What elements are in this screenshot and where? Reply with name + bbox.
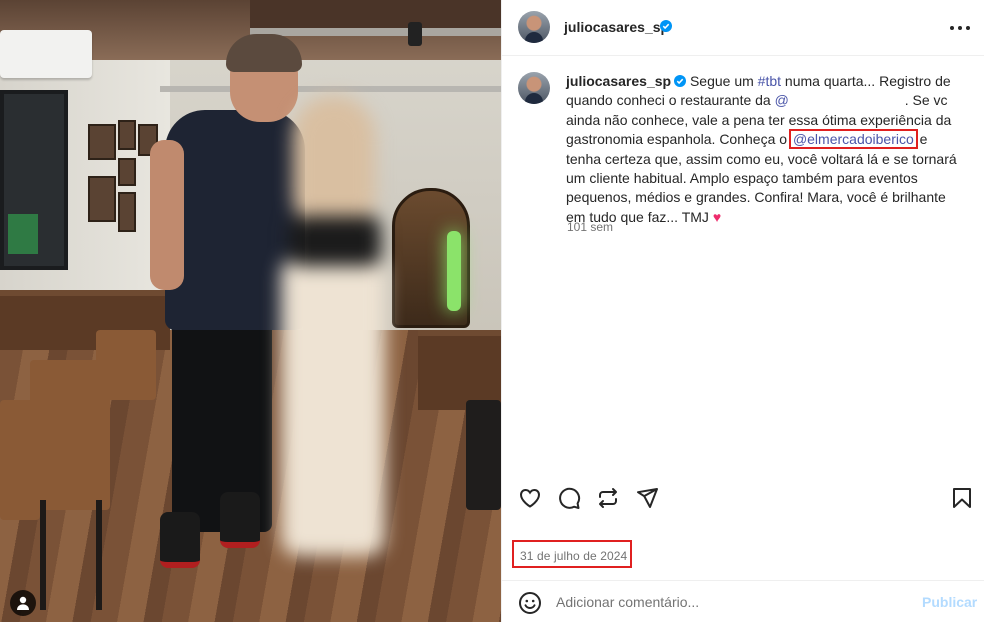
comment-button[interactable] xyxy=(549,478,589,518)
post-caption: juliocasares_sp Segue um #tbt numa quart… xyxy=(566,73,957,225)
caption-username[interactable]: juliocasares_sp xyxy=(566,73,671,89)
username[interactable]: juliocasares_sp xyxy=(564,19,669,35)
window xyxy=(0,90,68,270)
post-photo[interactable] xyxy=(0,0,501,622)
share-icon xyxy=(637,488,658,508)
post-side-panel: juliocasares_sp juliocasares_sp Segue um… xyxy=(501,0,984,622)
verified-badge-icon xyxy=(674,75,687,87)
caption-avatar[interactable] xyxy=(518,72,550,104)
post-header: juliocasares_sp xyxy=(502,0,984,56)
person-blurred xyxy=(275,96,395,556)
jukebox xyxy=(392,188,470,328)
post-actions xyxy=(502,478,984,518)
date-highlight-box: 31 de julho de 2024 xyxy=(512,540,632,568)
more-options-icon[interactable] xyxy=(948,18,972,38)
comment-bar: Publicar xyxy=(502,580,984,622)
repost-button[interactable] xyxy=(588,478,628,518)
tagged-users-icon[interactable] xyxy=(10,590,36,616)
comment-input[interactable] xyxy=(556,589,906,615)
post-date[interactable]: 31 de julho de 2024 xyxy=(520,549,627,563)
verified-badge-icon xyxy=(660,20,672,32)
publish-button[interactable]: Publicar xyxy=(922,594,977,610)
save-button[interactable] xyxy=(942,478,982,518)
caption-age: 101 sem xyxy=(567,220,614,234)
hidden-mention-link[interactable]: @ xyxy=(775,92,789,108)
repost-icon xyxy=(599,488,617,508)
air-conditioner xyxy=(0,30,92,78)
comment-icon xyxy=(559,487,581,509)
like-button[interactable] xyxy=(510,478,550,518)
heart-icon xyxy=(519,488,541,508)
avatar[interactable] xyxy=(518,11,550,43)
heart-emoji: ♥ xyxy=(712,208,722,225)
bookmark-icon xyxy=(953,488,971,508)
hashtag-link[interactable]: #tbt xyxy=(758,73,781,89)
mention-link-elmercadoiberico[interactable]: @elmercadoiberico xyxy=(788,129,918,150)
emoji-icon[interactable] xyxy=(518,591,542,615)
share-button[interactable] xyxy=(627,478,667,518)
